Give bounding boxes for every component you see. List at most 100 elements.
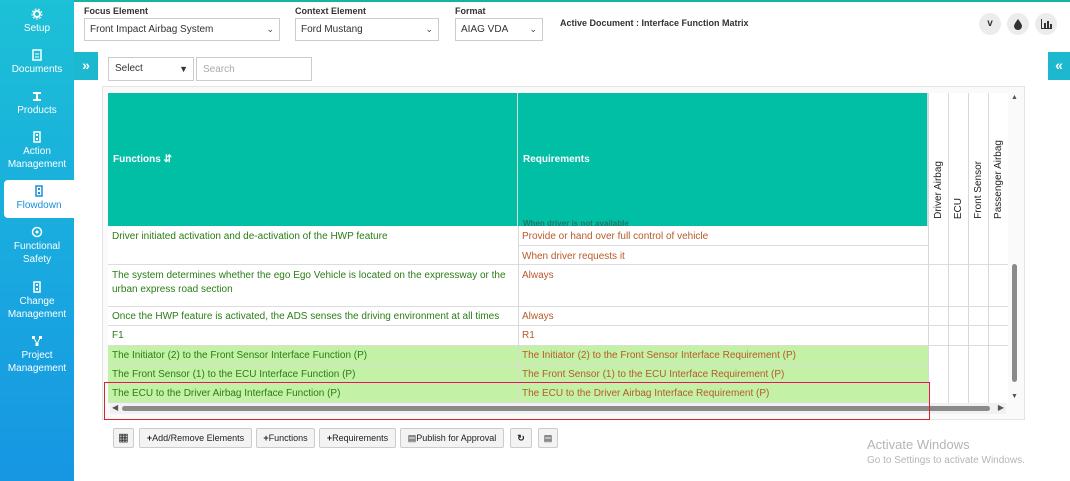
table-row[interactable]: F1 R1 — [108, 326, 1008, 346]
functions-label: Functions — [268, 433, 308, 443]
filter-select-value: Select — [115, 63, 143, 74]
sidebar-item-project-management[interactable]: Project Management — [0, 335, 74, 375]
scroll-right-icon[interactable]: ▶ — [998, 403, 1004, 412]
sidebar-item-label: Setup — [23, 23, 51, 34]
column-front-sensor[interactable]: Front Sensor — [968, 93, 988, 403]
sidebar-item-functional-safety[interactable]: Functional Safety — [0, 226, 74, 266]
requirements-label: Requirements — [332, 433, 389, 443]
sidebar-item-label: Flowdown — [16, 200, 62, 211]
expand-left-panel-button[interactable]: » — [74, 52, 98, 80]
drop-icon — [1014, 19, 1022, 30]
column-driver-airbag[interactable]: Driver Airbag — [928, 93, 948, 403]
column-passenger-airbag[interactable]: Passenger Airbag — [988, 93, 1008, 403]
add-remove-label: Add/Remove Elements — [152, 433, 245, 443]
sidebar: Setup Documents Products Action Manageme… — [0, 0, 74, 481]
vertical-scrollbar[interactable]: ▲ ▼ — [1010, 94, 1020, 400]
requirement-cell: The Front Sensor (1) to the ECU Interfac… — [522, 369, 785, 380]
context-element-label: Context Element — [295, 6, 367, 16]
refresh-button[interactable]: ↻ — [510, 428, 532, 448]
context-element-value: Ford Mustang — [301, 24, 363, 35]
functions-header-label: Functions — [113, 154, 161, 165]
active-document-label: Active Document : Interface Function Mat… — [560, 18, 749, 28]
collapse-right-panel-button[interactable]: « — [1048, 52, 1070, 80]
safety-icon — [31, 226, 43, 238]
table-row[interactable]: Driver initiated activation and de-activ… — [108, 226, 1008, 265]
highlighted-row-annotation — [104, 382, 930, 420]
functions-column-header[interactable]: .................................... Fun… — [108, 93, 518, 226]
v-icon-button[interactable]: v — [979, 13, 1001, 35]
requirement-cell: Always — [522, 270, 554, 281]
double-chevron-left-icon: « — [1055, 57, 1063, 73]
function-cell: The system determines whether the ego Eg… — [112, 270, 506, 295]
sort-icon[interactable]: ⇵ — [164, 154, 172, 165]
column-label: ECU — [953, 197, 964, 219]
vertical-scroll-thumb[interactable] — [1012, 264, 1017, 382]
column-ecu[interactable]: ECU — [948, 93, 968, 403]
sidebar-item-products[interactable]: Products — [0, 90, 74, 117]
sidebar-item-flowdown[interactable]: Flowdown — [4, 180, 74, 218]
sidebar-item-setup[interactable]: Setup — [0, 8, 74, 35]
function-cell: F1 — [112, 330, 124, 341]
building-icon — [33, 281, 41, 293]
partial-top-row-requirement: ........ — [523, 93, 539, 95]
column-divider — [518, 226, 519, 403]
sidebar-item-change-management[interactable]: Change Management — [0, 281, 74, 321]
export-document-icon: ▤ — [543, 433, 553, 443]
publish-label: Publish for Approval — [416, 433, 497, 443]
v-icon: v — [987, 18, 993, 29]
requirement-cell: Provide or hand over full control of veh… — [522, 231, 709, 242]
format-value: AIAG VDA — [461, 24, 509, 35]
sidebar-item-label: Products — [17, 105, 57, 116]
requirement-cell: R1 — [522, 330, 535, 341]
sidebar-item-label: Change Management — [7, 296, 67, 320]
requirements-column-header: ........ Requirements When driver is not… — [518, 93, 928, 228]
drop-button[interactable] — [1007, 13, 1029, 35]
add-requirements-button[interactable]: +Requirements — [319, 428, 396, 448]
sidebar-item-action-management[interactable]: Action Management — [0, 131, 74, 171]
products-icon — [33, 92, 41, 101]
flowdown-icon — [35, 185, 43, 197]
gear-icon — [31, 8, 43, 20]
export-button[interactable]: ▤ — [538, 428, 558, 448]
publish-for-approval-button[interactable]: ▤Publish for Approval — [400, 428, 504, 448]
partial-top-row-function: .................................... — [113, 93, 183, 95]
function-cell: Once the HWP feature is activated, the A… — [112, 311, 500, 322]
function-cell: The Front Sensor (1) to the ECU Interfac… — [112, 369, 356, 380]
add-remove-elements-button[interactable]: +Add/Remove Elements — [139, 428, 252, 448]
sidebar-item-documents[interactable]: Documents — [0, 49, 74, 76]
context-element-select[interactable]: Ford Mustang ⌄ — [295, 18, 439, 41]
function-cell: Driver initiated activation and de-activ… — [112, 231, 388, 242]
sidebar-item-label: Action Management — [7, 146, 67, 170]
filter-select[interactable]: Select ▼ — [108, 57, 194, 81]
scroll-down-icon[interactable]: ▼ — [1011, 393, 1018, 400]
column-label: Passenger Airbag — [993, 140, 1004, 219]
chevron-down-icon: ⌄ — [425, 24, 433, 34]
table-row[interactable]: The system determines whether the ego Eg… — [108, 265, 1008, 307]
chevron-down-icon: ⌄ — [266, 24, 274, 34]
chevron-down-icon: ⌄ — [529, 24, 537, 34]
chart-button[interactable] — [1035, 13, 1057, 35]
focus-element-label: Focus Element — [84, 6, 149, 16]
requirement-cell: The Initiator (2) to the Front Sensor In… — [522, 350, 797, 361]
table-row[interactable]: Once the HWP feature is activated, the A… — [108, 307, 1008, 326]
requirement-cell: Always — [522, 311, 554, 322]
grid-view-button[interactable]: ▦ — [113, 428, 134, 448]
publish-icon: ▤ — [407, 433, 417, 443]
sidebar-item-label: Project Management — [7, 350, 67, 374]
activate-windows-title: Activate Windows — [867, 437, 970, 452]
column-label: Driver Airbag — [933, 161, 944, 219]
activate-windows-subtitle: Go to Settings to activate Windows. — [867, 455, 1025, 466]
focus-element-select[interactable]: Front Impact Airbag System ⌄ — [84, 18, 280, 41]
sidebar-item-label: Documents — [11, 64, 63, 75]
search-input[interactable] — [196, 57, 312, 81]
sidebar-item-label: Functional Safety — [13, 241, 61, 265]
function-cell: The Initiator (2) to the Front Sensor In… — [112, 350, 368, 361]
document-icon — [32, 49, 42, 61]
add-functions-button[interactable]: +Functions — [256, 428, 315, 448]
format-select[interactable]: AIAG VDA ⌄ — [455, 18, 543, 41]
chevron-down-icon: ▼ — [179, 64, 188, 74]
double-chevron-right-icon: » — [82, 57, 90, 73]
column-label: Front Sensor — [973, 161, 984, 219]
scroll-up-icon[interactable]: ▲ — [1011, 94, 1018, 101]
interface-matrix-grid: .................................... Fun… — [108, 93, 1008, 403]
